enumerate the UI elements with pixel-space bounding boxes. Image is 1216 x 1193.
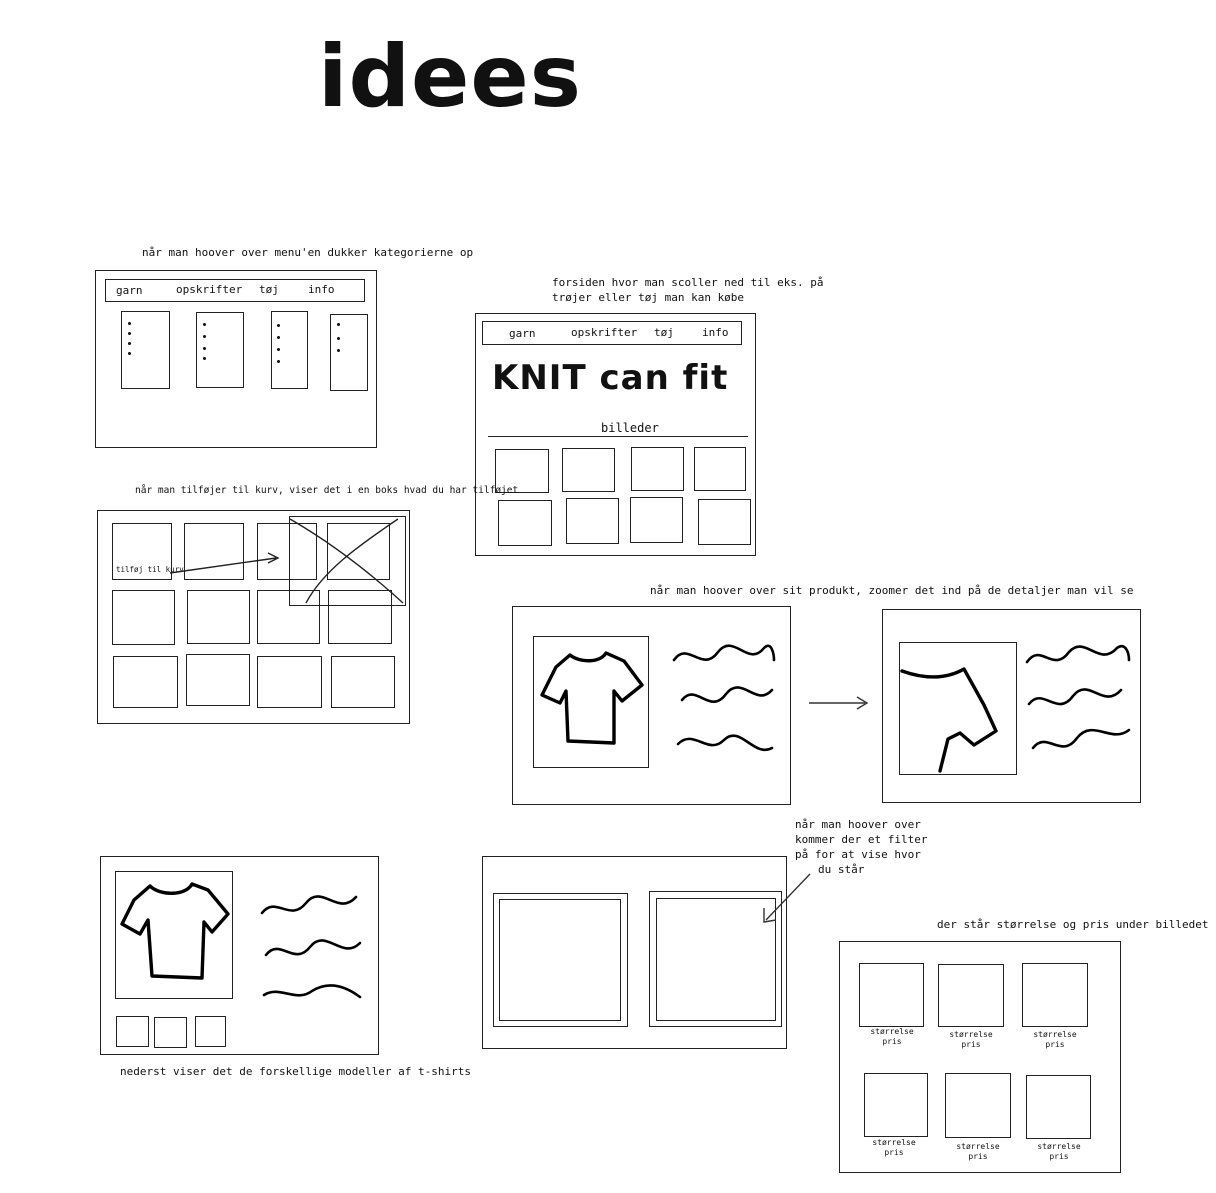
images-label: billeder (601, 421, 659, 435)
sketch-hover-menu: garn opskrifter tøj info (95, 270, 377, 448)
size-label: størrelse (872, 1138, 916, 1147)
product-photo-zoomed[interactable] (899, 642, 1017, 775)
note-size-price: der står størrelse og pris under billede… (937, 918, 1209, 931)
product-image[interactable] (1022, 963, 1088, 1027)
product-image[interactable] (631, 447, 684, 491)
tshirt-zoomed-icon (900, 667, 998, 773)
text-placeholder-waves (672, 644, 776, 752)
note-zoom: når man hoover over sit produkt, zoomer … (650, 584, 1134, 597)
product-image[interactable] (864, 1073, 928, 1137)
note-models: nederst viser det de forskellige modelle… (120, 1065, 471, 1078)
dropdown-toj (271, 311, 308, 389)
divider (488, 436, 748, 437)
size-label: størrelse (956, 1142, 1000, 1151)
note-filter-line4: du står (818, 863, 865, 876)
dropdown-opskrifter (196, 312, 244, 388)
brand-logo: KNIT can fit (492, 358, 729, 398)
nav-item-info[interactable]: info (308, 283, 335, 296)
product-image[interactable] (698, 499, 751, 545)
size-label: størrelse (949, 1030, 993, 1039)
sketch-frontpage: garn opskrifter tøj info KNIT can fit bi… (475, 313, 756, 556)
sketch-models (100, 856, 379, 1055)
tshirt-icon (540, 651, 644, 745)
note-frontpage-line2: trøjer eller tøj man kan købe (552, 291, 745, 304)
nav-item-garn[interactable]: garn (116, 284, 143, 297)
filter-card-inner (499, 899, 621, 1021)
note-cart: når man tilføjer til kurv, viser det i e… (135, 485, 519, 496)
dropdown-info (330, 314, 368, 391)
filter-pointer-arrow (763, 873, 811, 923)
text-placeholder-waves (1025, 644, 1131, 750)
sketch-cart: tilføj til kurv (97, 510, 410, 724)
product-photo[interactable] (115, 871, 233, 999)
note-frontpage-line1: forsiden hvor man scoller ned til eks. p… (552, 276, 824, 289)
price-label: pris (968, 1152, 988, 1161)
product-image[interactable] (630, 497, 683, 543)
model-thumbnail[interactable] (116, 1016, 149, 1047)
note-filter-line1: når man hoover over (795, 818, 921, 831)
sketch-filter (482, 856, 787, 1049)
price-label: pris (961, 1040, 981, 1049)
page-title: idees (318, 27, 582, 127)
size-label: størrelse (1033, 1030, 1077, 1039)
price-label: pris (882, 1037, 902, 1046)
arrow-right-icon (809, 696, 869, 710)
model-thumbnail[interactable] (195, 1016, 226, 1047)
sketch-size-price: størrelse pris størrelse pris størrelse … (839, 941, 1121, 1173)
product-image[interactable] (859, 963, 924, 1027)
filter-card-outer[interactable] (493, 893, 628, 1027)
text-placeholder-waves (260, 895, 362, 999)
product-image[interactable] (945, 1073, 1011, 1138)
note-hover-menu: når man hoover over menu'en dukker kateg… (142, 246, 474, 259)
product-image[interactable] (566, 498, 619, 544)
sketch-zoom-after (882, 609, 1141, 803)
nav-item-opskrifter[interactable]: opskrifter (176, 283, 242, 296)
frontpage-nav-garn[interactable]: garn (509, 327, 536, 340)
price-label: pris (884, 1148, 904, 1157)
frontpage-nav-toj[interactable]: tøj (654, 326, 674, 339)
product-image[interactable] (498, 500, 552, 546)
price-label: pris (1049, 1152, 1069, 1161)
cart-sketch-lines (169, 518, 404, 604)
tshirt-icon (120, 882, 230, 980)
product-image[interactable] (1026, 1075, 1091, 1139)
size-label: størrelse (870, 1027, 914, 1036)
frontpage-nav-info[interactable]: info (702, 326, 729, 339)
size-label: størrelse (1037, 1142, 1081, 1151)
price-label: pris (1045, 1040, 1065, 1049)
nav-item-toj[interactable]: tøj (259, 283, 279, 296)
dropdown-garn (121, 311, 170, 389)
product-image[interactable] (694, 447, 746, 491)
product-photo[interactable] (533, 636, 649, 768)
sketch-zoom-before (512, 606, 791, 805)
frontpage-nav-opskrifter[interactable]: opskrifter (571, 326, 637, 339)
product-image[interactable] (562, 448, 615, 492)
note-filter-line2: kommer der et filter (795, 833, 928, 846)
product-image[interactable] (938, 964, 1004, 1027)
note-filter-line3: på for at vise hvor (795, 848, 921, 861)
model-thumbnail[interactable] (154, 1017, 187, 1048)
